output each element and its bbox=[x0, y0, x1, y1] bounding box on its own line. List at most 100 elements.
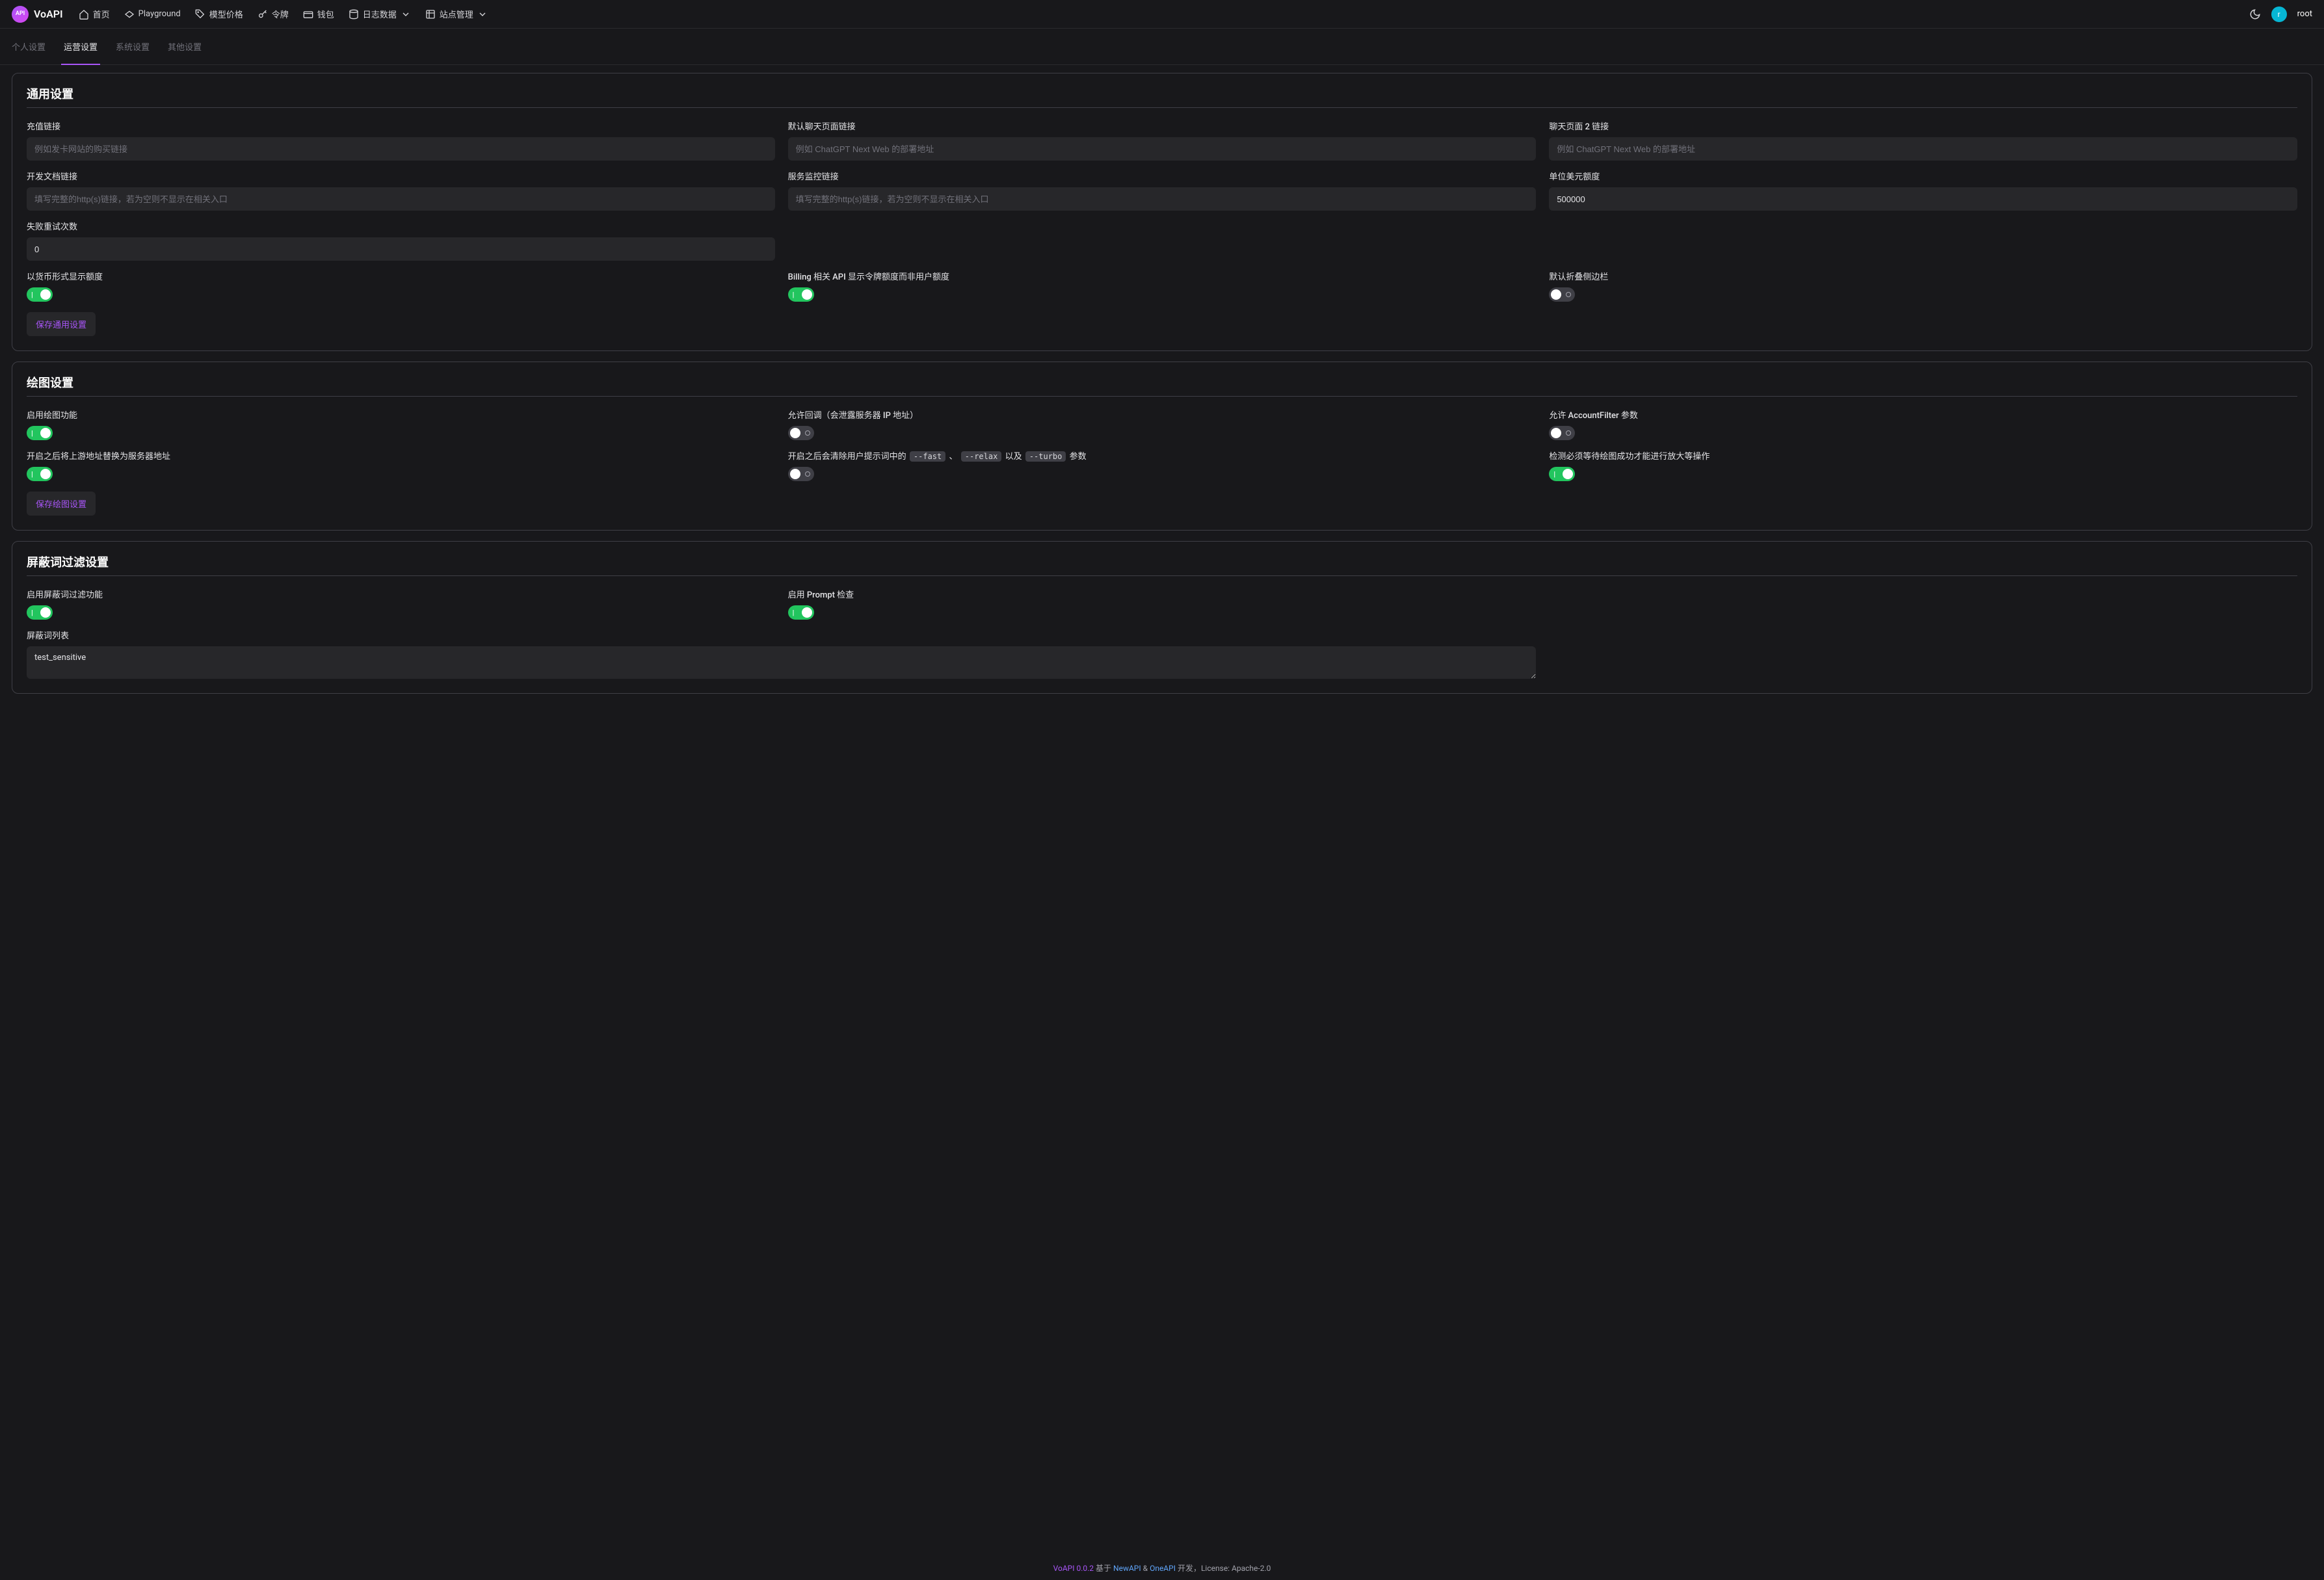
strip-flags-suffix: 参数 bbox=[1070, 452, 1087, 462]
username[interactable]: root bbox=[2297, 9, 2312, 19]
tab-system[interactable]: 系统设置 bbox=[116, 29, 150, 65]
chat-link-label: 默认聊天页面链接 bbox=[788, 120, 1537, 132]
draw-enable-toggle[interactable]: | bbox=[27, 426, 53, 440]
monitor-link-field: 服务监控链接 bbox=[788, 170, 1537, 211]
footer-based-on: 基于 bbox=[1096, 1564, 1111, 1573]
draw-settings-card: 绘图设置 启用绘图功能 | 允许回调（会泄露服务器 IP 地址） 允许 Acco… bbox=[12, 362, 2312, 531]
save-general-button[interactable]: 保存通用设置 bbox=[27, 312, 96, 336]
general-settings-card: 通用设置 充值链接 默认聊天页面链接 聊天页面 2 链接 开发文档链接 服务监控… bbox=[12, 73, 2312, 351]
draw-enable-field: 启用绘图功能 | bbox=[27, 408, 775, 440]
footer-oneapi-link[interactable]: OneAPI bbox=[1150, 1564, 1176, 1573]
tag-icon bbox=[195, 9, 205, 20]
strip-flags-prefix: 开启之后会清除用户提示词中的 bbox=[788, 452, 906, 462]
nav-home-label: 首页 bbox=[93, 8, 110, 20]
chevron-down-icon bbox=[477, 9, 488, 20]
chat-link-field: 默认聊天页面链接 bbox=[788, 120, 1537, 161]
billing-token-field: Billing 相关 API 显示令牌额度而非用户额度 | bbox=[788, 270, 1537, 302]
footer-dev: 开发，License: Apache-2.0 bbox=[1178, 1564, 1271, 1573]
show-currency-field: 以货币形式显示额度 | bbox=[27, 270, 775, 302]
nav-pricing-label: 模型价格 bbox=[209, 8, 243, 20]
footer: VoAPI 0.0.2 基于 NewAPI & OneAPI 开发，Licens… bbox=[0, 1557, 2324, 1580]
prompt-check-label: 启用 Prompt 检查 bbox=[788, 588, 1537, 600]
logo-icon: API bbox=[12, 6, 29, 23]
filter-enable-toggle[interactable]: | bbox=[27, 605, 53, 620]
key-icon bbox=[257, 9, 268, 20]
draw-replace-upstream-toggle[interactable]: | bbox=[27, 467, 53, 481]
prompt-check-field: 启用 Prompt 检查 | bbox=[788, 588, 1537, 620]
avatar-initial: r bbox=[2278, 10, 2280, 19]
brand[interactable]: API VoAPI bbox=[12, 6, 63, 23]
draw-detect-success-field: 检测必须等待绘图成功才能进行放大等操作 | bbox=[1549, 449, 2297, 481]
nav-logs-label: 日志数据 bbox=[363, 8, 397, 20]
footer-newapi-link[interactable]: NewAPI bbox=[1113, 1564, 1141, 1573]
tab-ops[interactable]: 运营设置 bbox=[64, 29, 98, 65]
save-draw-button[interactable]: 保存绘图设置 bbox=[27, 492, 96, 516]
strip-flags-mid: 以及 bbox=[1005, 452, 1022, 462]
usd-quota-input[interactable] bbox=[1549, 187, 2297, 211]
nav-home[interactable]: 首页 bbox=[79, 8, 110, 20]
draw-strip-flags-label: 开启之后会清除用户提示词中的 --fast 、 --relax 以及 --tur… bbox=[788, 449, 1537, 462]
show-currency-toggle[interactable]: | bbox=[27, 287, 53, 302]
site-icon bbox=[425, 9, 436, 20]
draw-replace-upstream-field: 开启之后将上游地址替换为服务器地址 | bbox=[27, 449, 775, 481]
playground-icon bbox=[124, 9, 135, 20]
docs-link-input[interactable] bbox=[27, 187, 775, 211]
theme-toggle-icon[interactable] bbox=[2249, 8, 2261, 20]
footer-brand[interactable]: VoAPI 0.0.2 bbox=[1053, 1564, 1094, 1573]
draw-strip-flags-field: 开启之后会清除用户提示词中的 --fast 、 --relax 以及 --tur… bbox=[788, 449, 1537, 481]
prompt-check-toggle[interactable]: | bbox=[788, 605, 814, 620]
collapse-sidebar-label: 默认折叠侧边栏 bbox=[1549, 270, 2297, 282]
nav-wallet[interactable]: 钱包 bbox=[303, 8, 334, 20]
recharge-link-input[interactable] bbox=[27, 137, 775, 161]
usd-quota-label: 单位美元额度 bbox=[1549, 170, 2297, 182]
monitor-link-input[interactable] bbox=[788, 187, 1537, 211]
draw-detect-success-label: 检测必须等待绘图成功才能进行放大等操作 bbox=[1549, 449, 2297, 462]
draw-enable-label: 启用绘图功能 bbox=[27, 408, 775, 421]
chat-link2-input[interactable] bbox=[1549, 137, 2297, 161]
filter-enable-field: 启用屏蔽词过滤功能 | bbox=[27, 588, 775, 620]
topbar: API VoAPI 首页 Playground 模型价格 令牌 钱包 日志数据 bbox=[0, 0, 2324, 29]
retry-input[interactable] bbox=[27, 237, 775, 261]
chip-turbo: --turbo bbox=[1025, 451, 1066, 462]
billing-token-toggle[interactable]: | bbox=[788, 287, 814, 302]
nav-site-label: 站点管理 bbox=[440, 8, 473, 20]
chip-relax: --relax bbox=[961, 451, 1002, 462]
block-list-label: 屏蔽词列表 bbox=[27, 629, 1536, 641]
nav-token-label: 令牌 bbox=[272, 8, 289, 20]
recharge-link-label: 充值链接 bbox=[27, 120, 775, 132]
recharge-link-field: 充值链接 bbox=[27, 120, 775, 161]
block-list-textarea[interactable] bbox=[27, 646, 1536, 679]
tab-other[interactable]: 其他设置 bbox=[168, 29, 202, 65]
footer-and: & bbox=[1143, 1564, 1148, 1573]
docs-link-label: 开发文档链接 bbox=[27, 170, 775, 182]
draw-accountfilter-toggle[interactable] bbox=[1549, 426, 1575, 440]
primary-nav: 首页 Playground 模型价格 令牌 钱包 日志数据 站点管理 bbox=[79, 8, 488, 20]
nav-playground-label: Playground bbox=[139, 9, 181, 19]
draw-accountfilter-field: 允许 AccountFilter 参数 bbox=[1549, 408, 2297, 440]
monitor-link-label: 服务监控链接 bbox=[788, 170, 1537, 182]
draw-callback-label: 允许回调（会泄露服务器 IP 地址） bbox=[788, 408, 1537, 421]
chat-link-input[interactable] bbox=[788, 137, 1537, 161]
draw-strip-flags-toggle[interactable] bbox=[788, 467, 814, 481]
show-currency-label: 以货币形式显示额度 bbox=[27, 270, 775, 282]
avatar[interactable]: r bbox=[2271, 7, 2287, 22]
nav-site[interactable]: 站点管理 bbox=[425, 8, 488, 20]
retry-field: 失败重试次数 bbox=[27, 220, 775, 261]
filter-enable-label: 启用屏蔽词过滤功能 bbox=[27, 588, 775, 600]
chat-link2-label: 聊天页面 2 链接 bbox=[1549, 120, 2297, 132]
settings-tabs: 个人设置 运营设置 系统设置 其他设置 bbox=[0, 29, 2324, 65]
chat-link2-field: 聊天页面 2 链接 bbox=[1549, 120, 2297, 161]
nav-logs[interactable]: 日志数据 bbox=[349, 8, 411, 20]
chip-fast: --fast bbox=[910, 451, 945, 462]
filter-settings-card: 屏蔽词过滤设置 启用屏蔽词过滤功能 | 启用 Prompt 检查 | 屏蔽词列表 bbox=[12, 541, 2312, 694]
nav-token[interactable]: 令牌 bbox=[257, 8, 289, 20]
nav-wallet-label: 钱包 bbox=[317, 8, 334, 20]
tab-personal[interactable]: 个人设置 bbox=[12, 29, 46, 65]
nav-playground[interactable]: Playground bbox=[124, 9, 181, 20]
content: 通用设置 充值链接 默认聊天页面链接 聊天页面 2 链接 开发文档链接 服务监控… bbox=[0, 65, 2324, 1557]
nav-pricing[interactable]: 模型价格 bbox=[195, 8, 243, 20]
block-list-field: 屏蔽词列表 bbox=[27, 629, 1536, 679]
draw-callback-toggle[interactable] bbox=[788, 426, 814, 440]
draw-detect-success-toggle[interactable]: | bbox=[1549, 467, 1575, 481]
collapse-sidebar-toggle[interactable] bbox=[1549, 287, 1575, 302]
